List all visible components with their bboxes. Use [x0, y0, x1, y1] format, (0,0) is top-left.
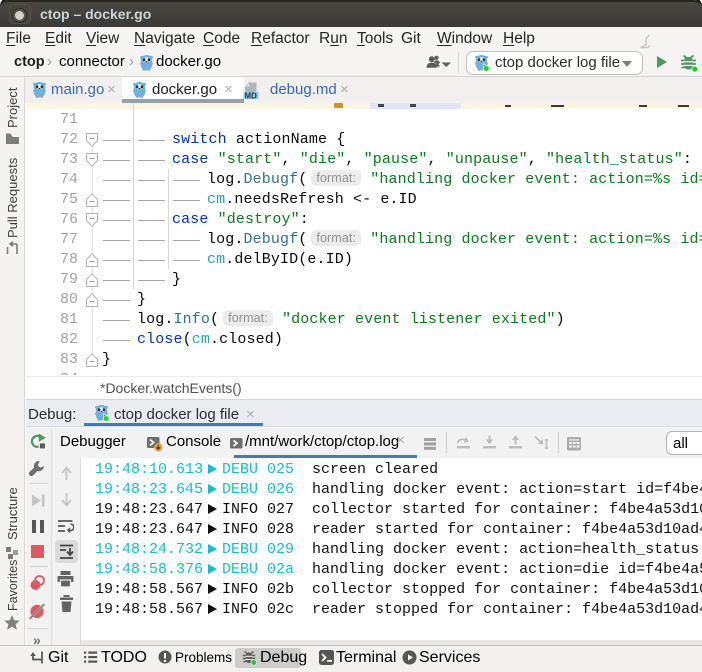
svg-text:MD: MD	[245, 91, 257, 99]
